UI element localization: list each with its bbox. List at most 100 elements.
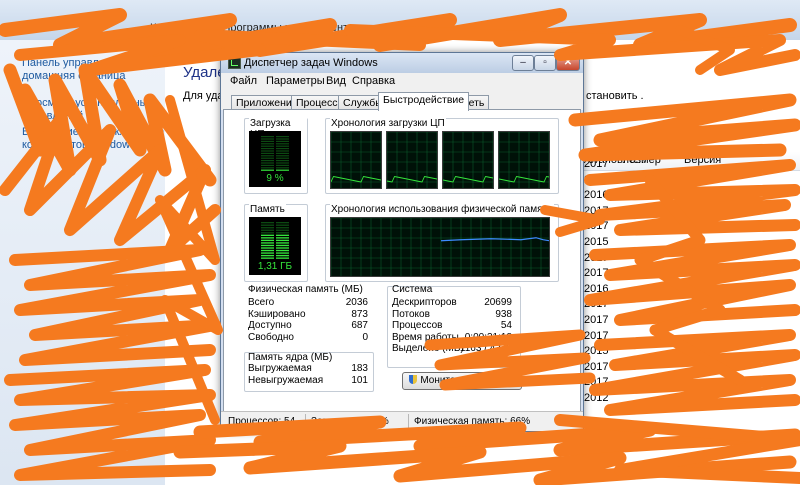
title-bar[interactable]: Диспетчер задач Windows – ▫ ✕ xyxy=(221,53,583,73)
system-value: 54 xyxy=(500,320,512,331)
memory-history-graph xyxy=(330,217,550,277)
meter-segment xyxy=(276,169,289,171)
minimize-button[interactable]: – xyxy=(512,55,534,71)
meter-segment xyxy=(276,150,289,152)
menu-file[interactable]: Файл xyxy=(230,75,257,87)
meter-segment xyxy=(276,242,289,244)
meter-segment xyxy=(261,239,274,242)
program-install-year[interactable]: 2017 xyxy=(584,220,608,232)
breadcrumb[interactable]: Компоненты Программы и компоненты xyxy=(150,22,362,34)
program-install-year[interactable]: 2016 xyxy=(584,189,608,201)
meter-segment xyxy=(276,145,289,147)
menu-options[interactable]: Параметры xyxy=(266,75,325,87)
program-install-year[interactable]: 2017 xyxy=(584,158,608,170)
physical-memory-value: 873 xyxy=(351,308,368,320)
physical-memory-value: 2036 xyxy=(345,297,368,308)
column-version[interactable]: Версия xyxy=(684,154,721,166)
system-value: 1163 / 4373 xyxy=(459,343,512,354)
cpu-usage-meter: 9 % xyxy=(249,131,301,187)
program-install-year[interactable]: 2015 xyxy=(584,236,608,248)
meter-segment xyxy=(276,148,289,150)
sidebar-link[interactable]: Просмотр установленных xyxy=(22,97,153,109)
sidebar-link[interactable]: обновлений xyxy=(22,110,83,122)
meter-segment xyxy=(276,157,289,159)
cpu-trace xyxy=(330,175,382,183)
meter-segment xyxy=(261,152,274,154)
meter-segment xyxy=(276,167,289,169)
cpu-core-graph xyxy=(330,131,382,189)
memory-caption: Память xyxy=(249,204,286,215)
resource-monitor-button[interactable]: Монитор ресурсов... xyxy=(402,372,522,390)
breadcrumb-item[interactable]: Компоненты xyxy=(150,22,213,34)
program-install-year[interactable]: 2017 xyxy=(584,205,608,217)
meter-segment xyxy=(261,227,274,229)
sidebar-link[interactable]: компонентов Windows xyxy=(22,139,136,151)
memory-history-caption: Хронология использования физической памя… xyxy=(330,204,554,215)
meter-segment xyxy=(261,160,274,162)
column-size[interactable]: Размер xyxy=(623,154,661,166)
physical-memory-label: Доступно xyxy=(248,320,292,331)
cpu-core-graph xyxy=(442,131,494,189)
program-install-year[interactable]: 2017 xyxy=(584,361,608,373)
program-install-year[interactable]: 2017 xyxy=(584,252,608,264)
system-value: 0:00:31:18 xyxy=(464,331,512,343)
meter-segment xyxy=(261,229,274,231)
system-title: Система xyxy=(392,284,433,295)
program-install-year[interactable]: 2017 xyxy=(584,376,608,388)
sidebar-link[interactable]: Панель управления - xyxy=(22,57,130,69)
meter-segment xyxy=(276,152,289,154)
close-button[interactable]: ✕ xyxy=(556,55,580,71)
menu-view[interactable]: Вид xyxy=(326,75,346,87)
program-install-year[interactable]: 2012 xyxy=(584,392,608,404)
meter-segment xyxy=(276,227,289,229)
physical-memory-label: Кэшировано xyxy=(248,308,306,320)
meter-segment xyxy=(276,162,289,164)
meter-segment xyxy=(261,140,274,142)
meter-segment xyxy=(276,254,289,257)
meter-segment xyxy=(261,232,274,234)
system-value: 938 xyxy=(495,308,512,320)
meter-segment xyxy=(261,143,274,145)
meter-segment xyxy=(261,244,274,247)
status-bar: Процессов: 54 Загрузка ЦП: 9% Физическая… xyxy=(221,411,583,431)
status-cpu: Загрузка ЦП: 9% xyxy=(311,416,389,427)
cpu-history-group: Хронология загрузки ЦП xyxy=(325,118,559,194)
sidebar-link[interactable]: домашняя страница xyxy=(22,70,126,82)
meter-segment xyxy=(261,164,274,166)
program-install-year[interactable]: 2017 xyxy=(584,330,608,342)
program-install-year[interactable]: 2017 xyxy=(584,174,608,186)
program-install-year[interactable]: 2017 xyxy=(584,314,608,326)
cpu-core-graph xyxy=(386,131,438,189)
program-install-year[interactable]: 2016 xyxy=(584,283,608,295)
meter-segment xyxy=(261,145,274,147)
maximize-button[interactable]: ▫ xyxy=(534,55,556,71)
menu-help[interactable]: Справка xyxy=(352,75,395,87)
meter-segment xyxy=(261,162,274,164)
menu-bar: Файл Параметры Вид Справка xyxy=(221,73,583,90)
program-install-year[interactable]: 2015 xyxy=(584,345,608,357)
meter-segment xyxy=(276,140,289,142)
cpu-usage-group: Загрузка ЦП 9 % xyxy=(244,118,308,194)
breadcrumb-item[interactable]: Программы и компоненты xyxy=(222,22,356,34)
meter-segment xyxy=(276,222,289,224)
cpu-core-graph xyxy=(498,131,550,189)
status-processes: Процессов: 54 xyxy=(228,416,296,427)
meter-segment xyxy=(276,143,289,145)
system-label: Процессов xyxy=(392,320,443,331)
cpu-trace xyxy=(442,175,494,183)
meter-segment xyxy=(276,237,289,239)
program-install-year[interactable]: 2017 xyxy=(584,267,608,279)
meter-segment xyxy=(261,169,274,171)
meter-segment xyxy=(261,167,274,169)
tab-performance[interactable]: Быстродействие xyxy=(378,92,470,111)
control-panel-header xyxy=(0,0,800,40)
meter-segment xyxy=(276,224,289,226)
meter-segment xyxy=(276,164,289,166)
sidebar-link[interactable]: Включение или отключение xyxy=(22,126,164,138)
meter-segment xyxy=(261,224,274,226)
program-install-year[interactable]: 2017 xyxy=(584,298,608,310)
cpu-trace xyxy=(386,175,438,183)
meter-segment xyxy=(276,247,289,249)
meter-segment xyxy=(261,155,274,157)
status-separator xyxy=(408,414,409,429)
